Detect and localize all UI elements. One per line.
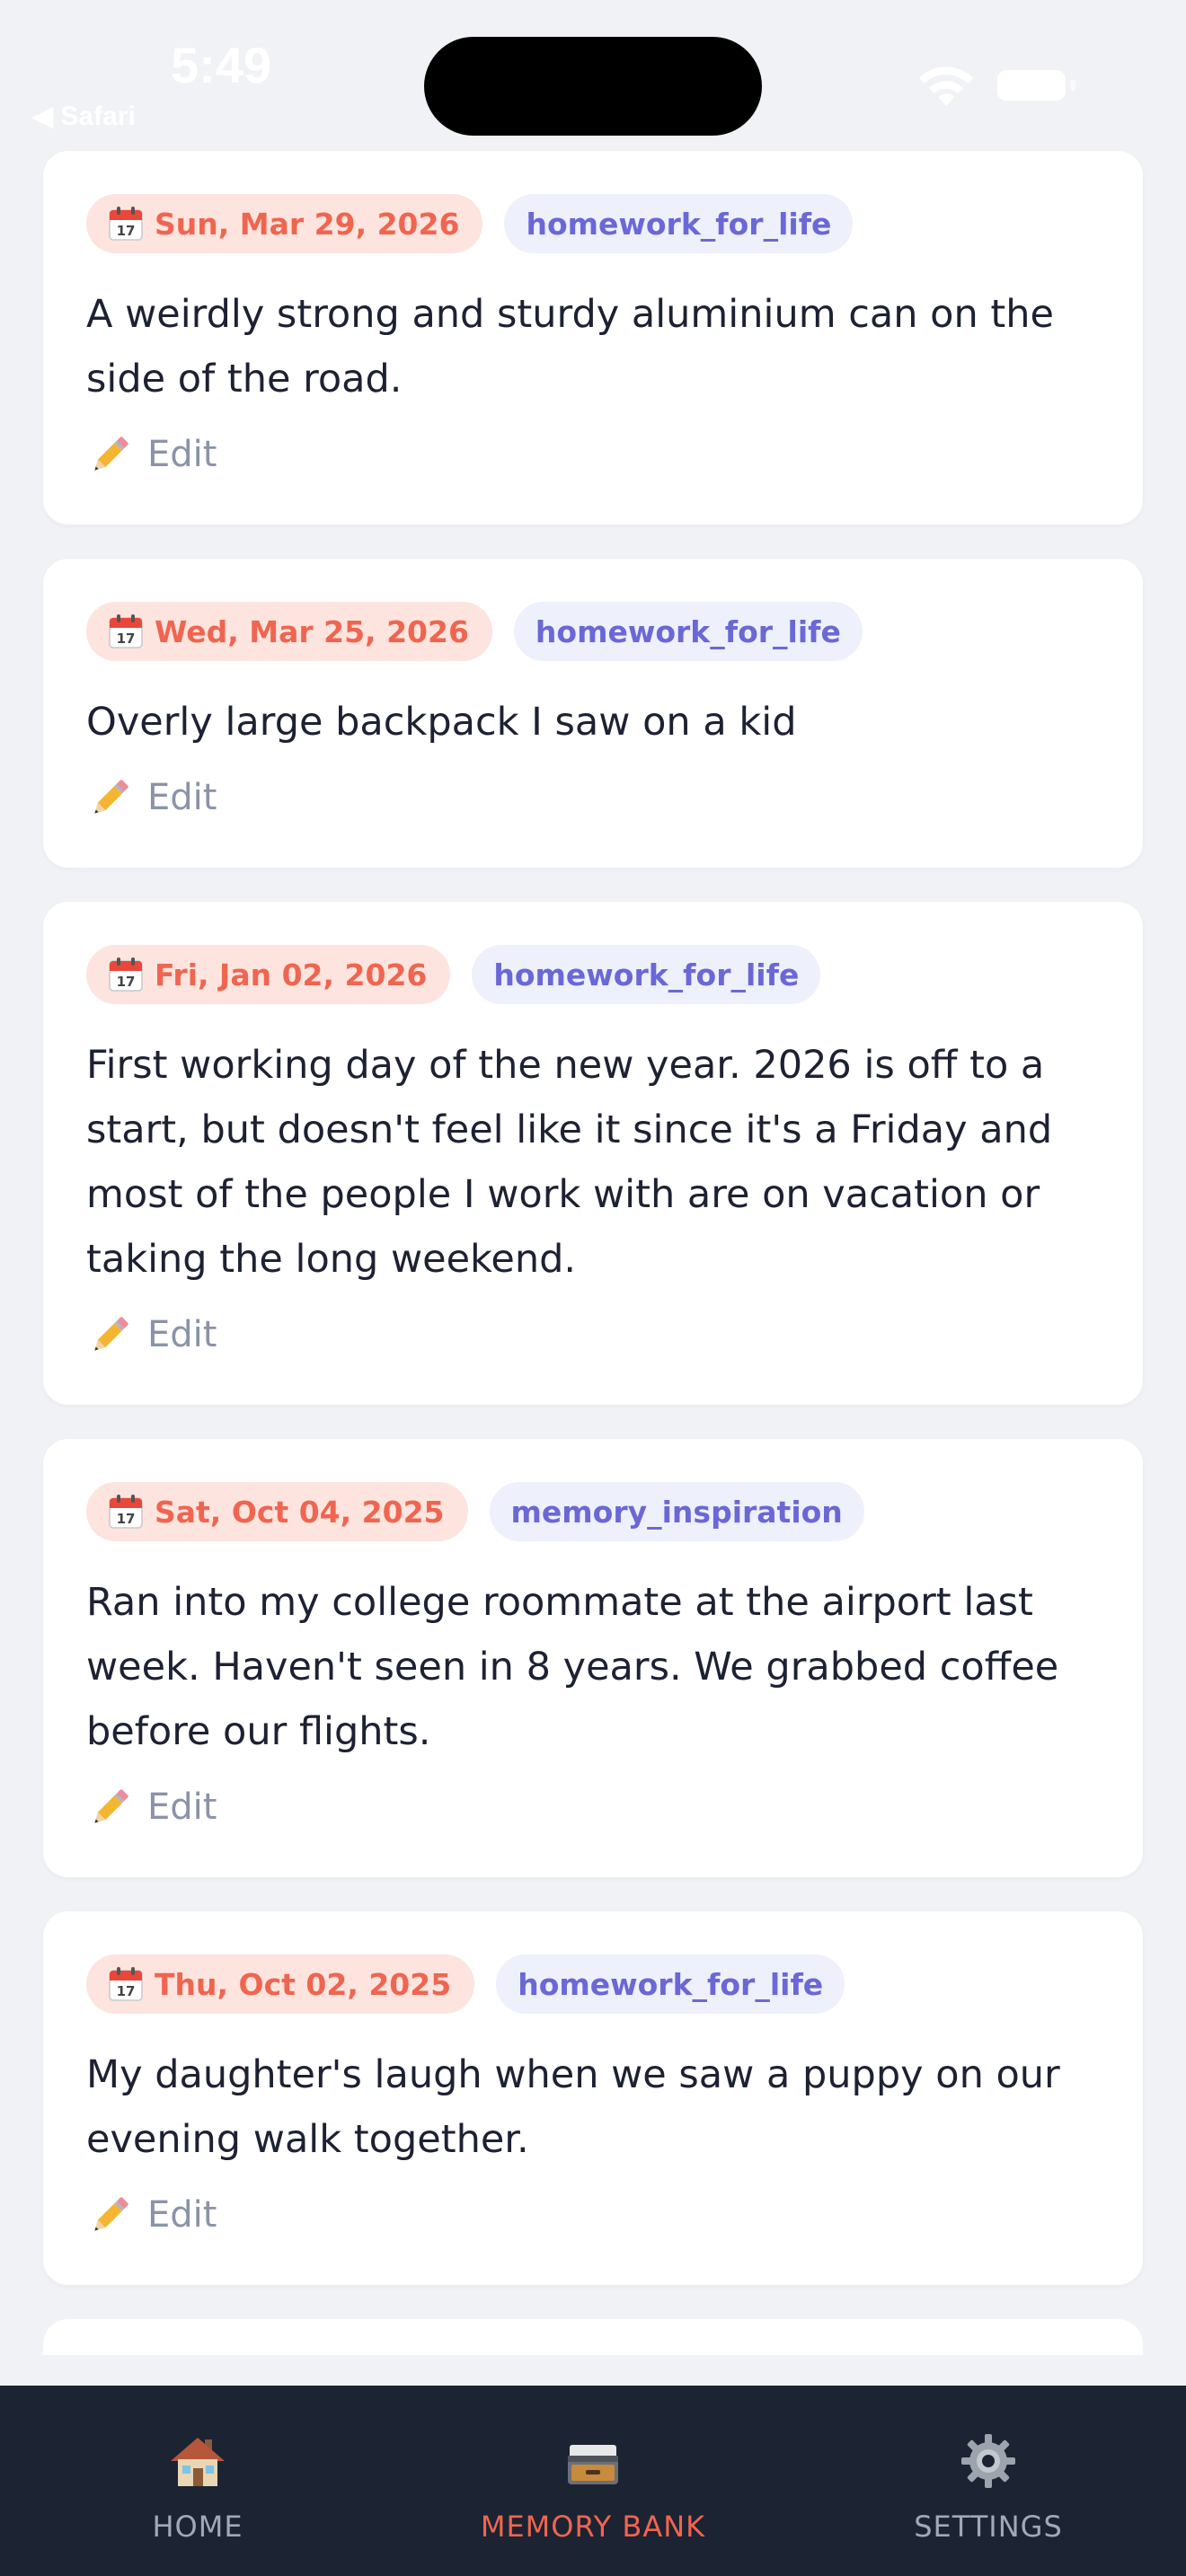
memory-card: 17 Thu, Oct 02, 2025 homework_for_life M… [43, 1911, 1143, 2285]
memory-date: Wed, Mar 25, 2026 [155, 613, 469, 649]
gear-icon [961, 2434, 1015, 2488]
date-badge: 17 Sat, Oct 04, 2025 [86, 1482, 468, 1541]
status-time: 5:49 [171, 37, 272, 93]
memory-date: Fri, Jan 02, 2026 [155, 957, 428, 992]
tab-settings[interactable]: SETTINGS [791, 2386, 1186, 2576]
category-tag[interactable]: memory_inspiration [489, 1482, 864, 1541]
calendar-icon: 17 [109, 614, 143, 648]
wifi-icon [919, 66, 973, 106]
tab-memory-bank-label: MEMORY BANK [480, 2510, 706, 2544]
date-badge: 17 Wed, Mar 25, 2026 [86, 602, 492, 661]
edit-button[interactable]: Edit [86, 428, 1100, 481]
memory-text: Overly large backpack I saw on a kid [86, 700, 797, 745]
memory-text: Ran into my college roommate at the airp… [86, 1580, 1059, 1754]
house-icon [171, 2438, 225, 2486]
pencil-icon [94, 437, 128, 471]
memory-text: A weirdly strong and sturdy aluminium ca… [86, 292, 1054, 401]
calendar-icon: 17 [109, 957, 143, 992]
category-tag[interactable]: homework_for_life [472, 945, 821, 1004]
calendar-icon: 17 [109, 1495, 143, 1529]
pencil-icon [94, 780, 128, 814]
file-cabinet-icon [568, 2445, 618, 2484]
category-tag[interactable]: homework_for_life [504, 194, 854, 253]
back-to-app-link[interactable]: ◀ Safari [32, 101, 136, 132]
date-badge: 17 Sun, Mar 29, 2026 [86, 194, 483, 253]
memory-card-partial [43, 2319, 1143, 2355]
memory-card: 17 Sun, Mar 29, 2026 homework_for_life A… [43, 151, 1143, 525]
edit-label: Edit [147, 434, 217, 475]
memory-card: 17 Sat, Oct 04, 2025 memory_inspiration … [43, 1439, 1143, 1877]
edit-button[interactable]: Edit [86, 771, 1100, 825]
memory-text: My daughter's laugh when we saw a puppy … [86, 2052, 1060, 2162]
edit-label: Edit [147, 1786, 217, 1828]
memory-card: 17 Fri, Jan 02, 2026 homework_for_life F… [43, 902, 1143, 1405]
status-bar: 5:49 ◀ Safari [0, 0, 1186, 153]
edit-button[interactable]: Edit [86, 2188, 1100, 2242]
bottom-tab-bar: HOME MEMORY BANK SETTINGS [0, 2386, 1186, 2576]
memory-date: Sun, Mar 29, 2026 [155, 206, 460, 242]
edit-button[interactable]: Edit [86, 1780, 1100, 1834]
category-tag[interactable]: homework_for_life [496, 1954, 845, 2014]
battery-icon [997, 70, 1078, 101]
edit-button[interactable]: Edit [86, 1308, 1100, 1362]
memory-text: First working day of the new year. 2026 … [86, 1043, 1053, 1282]
edit-label: Edit [147, 777, 217, 818]
edit-label: Edit [147, 2194, 217, 2236]
tab-settings-label: SETTINGS [914, 2510, 1063, 2544]
pencil-icon [94, 1789, 128, 1823]
calendar-icon: 17 [109, 207, 143, 241]
category-tag[interactable]: homework_for_life [513, 602, 863, 661]
memory-date: Sat, Oct 04, 2025 [155, 1494, 445, 1530]
dynamic-island [424, 37, 762, 136]
tab-home-label: HOME [152, 2510, 243, 2544]
date-badge: 17 Fri, Jan 02, 2026 [86, 945, 451, 1004]
pencil-icon [94, 1317, 128, 1351]
tab-memory-bank[interactable]: MEMORY BANK [395, 2386, 791, 2576]
edit-label: Edit [147, 1314, 217, 1355]
tab-home[interactable]: HOME [0, 2386, 395, 2576]
memory-feed: 17 Sun, Mar 29, 2026 homework_for_life A… [43, 151, 1143, 2355]
svg-text:17: 17 [117, 1983, 136, 1999]
svg-text:17: 17 [117, 974, 136, 990]
svg-text:17: 17 [117, 1511, 136, 1527]
memory-date: Thu, Oct 02, 2025 [155, 1966, 452, 2002]
svg-text:17: 17 [117, 223, 136, 239]
date-badge: 17 Thu, Oct 02, 2025 [86, 1954, 475, 2014]
svg-text:17: 17 [117, 631, 136, 647]
calendar-icon: 17 [109, 1967, 143, 2001]
memory-card: 17 Wed, Mar 25, 2026 homework_for_life O… [43, 559, 1143, 868]
pencil-icon [94, 2197, 128, 2231]
